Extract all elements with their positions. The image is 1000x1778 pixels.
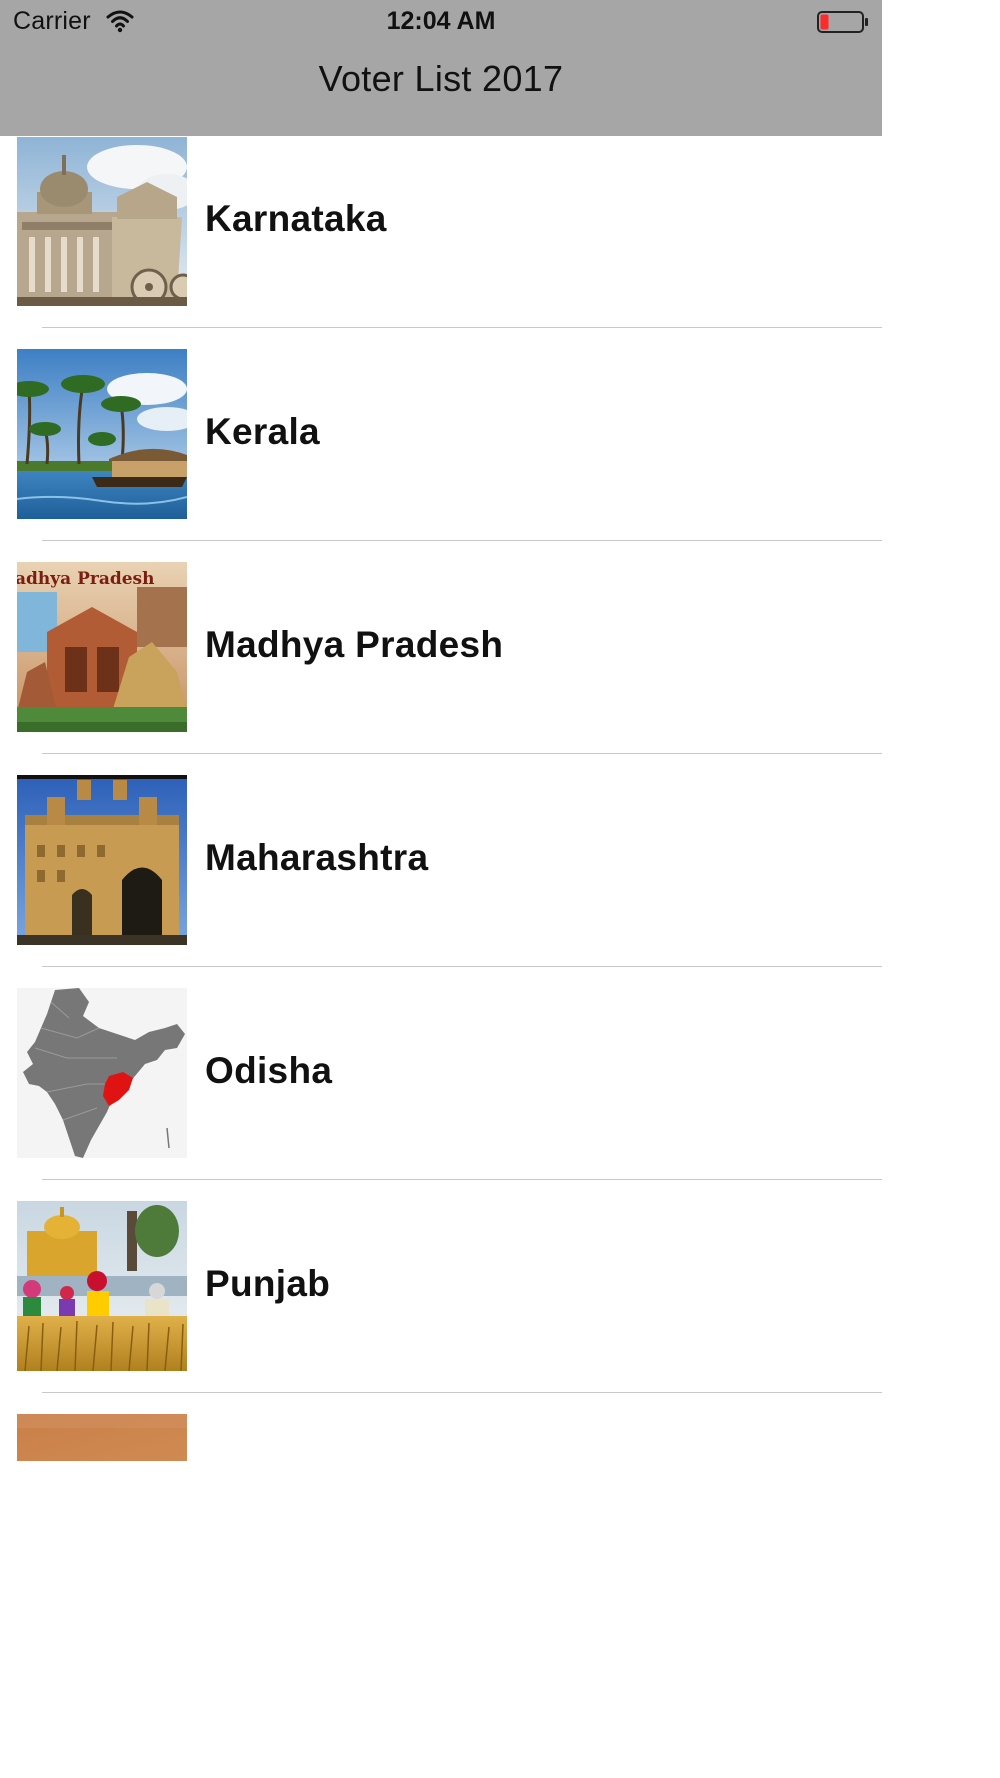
state-name: Madhya Pradesh: [205, 624, 504, 665]
state-name: Punjab: [205, 1263, 331, 1304]
kerala-backwaters-image: [17, 349, 187, 519]
navigation-bar: Carrier 12:04 AM Voter List 2017: [0, 0, 882, 136]
state-name: Maharashtra: [205, 837, 429, 878]
madhya-pradesh-temples-image: adhya Pradesh: [17, 562, 187, 732]
page-title: Voter List 2017: [318, 58, 564, 99]
state-name: Kerala: [205, 411, 320, 452]
state-name: Karnataka: [205, 198, 387, 239]
list-item-partial[interactable]: [0, 1393, 882, 1606]
status-bar: Carrier 12:04 AM: [0, 0, 882, 44]
list-item-karnataka[interactable]: Karnataka: [0, 136, 882, 349]
list-item-maharashtra[interactable]: Maharashtra: [0, 754, 882, 967]
golden-temple-image: [17, 1201, 187, 1371]
list-item-madhya-pradesh[interactable]: adhya Pradesh Madhya Pradesh: [0, 541, 882, 754]
battery-low-icon: [817, 10, 869, 34]
gateway-of-india-image: [17, 775, 187, 945]
app-screen: Carrier 12:04 AM Voter List 2017 Karnata…: [0, 0, 882, 1778]
list-item-punjab[interactable]: Punjab: [0, 1180, 882, 1393]
list-item-odisha[interactable]: Odisha: [0, 967, 882, 1180]
partial-next-image: [17, 1414, 187, 1461]
karnataka-vidhana-soudha-image: [17, 137, 187, 306]
india-map-odisha-image: [17, 988, 187, 1158]
state-name: Odisha: [205, 1050, 333, 1091]
status-time: 12:04 AM: [386, 7, 496, 35]
thumbnail-caption: adhya Pradesh: [17, 569, 154, 589]
list-item-kerala[interactable]: Kerala: [0, 328, 882, 541]
